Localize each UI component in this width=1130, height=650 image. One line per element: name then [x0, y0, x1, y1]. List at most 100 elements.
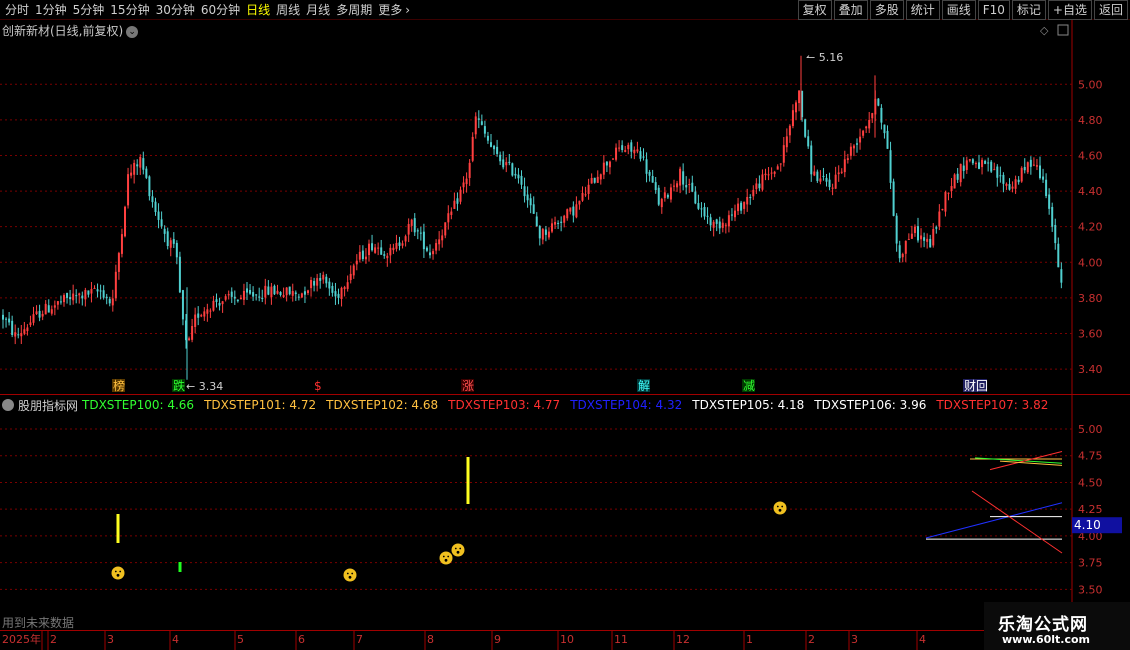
event-marker-label[interactable]: 减	[743, 379, 755, 393]
candle-body	[1060, 269, 1063, 283]
candle-body	[935, 227, 938, 229]
indicator-panel: 5.004.754.504.254.003.753.504.10	[0, 423, 1122, 596]
candle-body	[157, 211, 160, 220]
watermark-url: www.60lt.com	[1002, 633, 1091, 646]
candle-body	[270, 286, 273, 298]
face-icon-circle	[343, 568, 357, 582]
candle-body	[474, 116, 477, 135]
candle-body	[114, 271, 117, 299]
candle-body	[230, 291, 233, 297]
candle-body	[496, 146, 499, 154]
candle-body	[1054, 224, 1057, 244]
candle-body	[90, 289, 93, 294]
candle-body	[419, 232, 422, 234]
candle-body	[788, 125, 791, 136]
diamond-icon[interactable]: ◇	[1040, 24, 1049, 37]
candle-body	[691, 182, 694, 192]
candle-body	[169, 240, 172, 248]
candle-body	[127, 174, 130, 206]
candle-body	[377, 247, 380, 249]
candle-body	[398, 242, 401, 246]
face-icon-mouth	[348, 575, 352, 579]
event-marker-label[interactable]: 财回	[964, 379, 988, 393]
candle-body	[422, 231, 425, 250]
event-marker-label[interactable]: 解	[638, 379, 650, 393]
chevron-down-icon[interactable]: ⌄	[126, 26, 139, 38]
date-tick-label: 9	[494, 633, 501, 646]
candle-body	[166, 231, 169, 247]
candle-body	[44, 303, 47, 315]
face-icon	[439, 551, 453, 565]
price-annotations: ↼ 5.16 ← 3.34	[186, 51, 843, 393]
candle-body	[349, 273, 352, 281]
candle-body	[917, 226, 919, 241]
candle-body	[520, 175, 523, 185]
candle-body	[328, 281, 331, 289]
candle-body	[791, 110, 794, 127]
candle-body	[459, 189, 462, 202]
candle-body	[633, 149, 636, 154]
candle-body	[273, 285, 276, 295]
face-icon-eye	[351, 572, 354, 575]
event-marker-label[interactable]: 跌	[173, 378, 185, 393]
candle-body	[926, 238, 929, 242]
stock-title[interactable]: 创新新材(日线,前复权) ⌄	[2, 22, 139, 39]
candle-body	[581, 192, 584, 201]
candle-body	[721, 222, 724, 228]
candle-body	[1023, 166, 1026, 171]
candle-body	[462, 182, 465, 188]
face-icon-mouth	[444, 558, 448, 562]
event-marker-label[interactable]: 榜	[113, 378, 125, 393]
candle-body	[337, 293, 340, 298]
candle-body	[734, 210, 736, 218]
face-icon-eye	[114, 570, 117, 573]
face-icon-eye	[442, 555, 445, 558]
candle-body	[910, 233, 913, 239]
date-tick-label: 4	[172, 633, 179, 646]
candle-body	[669, 187, 672, 200]
candle-body	[255, 294, 258, 296]
candle-body	[907, 238, 910, 240]
face-icon-mouth	[116, 573, 120, 577]
candle-body	[465, 178, 468, 185]
candle-body	[758, 183, 761, 189]
candle-body	[840, 171, 843, 173]
indicator-tick-label: 5.00	[1078, 423, 1103, 436]
candle-body	[334, 291, 337, 297]
candle-body	[596, 176, 599, 183]
candle-body	[206, 309, 209, 314]
candle-body	[105, 296, 108, 299]
indicator-menu-icon[interactable]	[2, 399, 14, 411]
candle-body	[111, 298, 114, 306]
candle-body	[920, 235, 923, 240]
candle-body	[444, 222, 447, 236]
indicator-name[interactable]: 股朋指标网	[18, 397, 78, 414]
candle-body	[877, 98, 880, 106]
candle-body	[346, 282, 349, 289]
candle-body	[859, 136, 862, 143]
candle-body	[447, 213, 450, 223]
candle-body	[505, 162, 508, 166]
candle-body	[1008, 184, 1011, 190]
candle-body	[1017, 179, 1020, 183]
indicator-value-6: TDXSTEP106: 3.96	[814, 398, 927, 412]
candle-body	[648, 171, 651, 176]
face-icon	[451, 543, 465, 557]
candle-body	[130, 172, 133, 176]
indicator-tick-label: 4.75	[1078, 450, 1103, 463]
panel-toggle-icon[interactable]	[1057, 24, 1069, 36]
candle-body	[660, 198, 663, 208]
candle-body	[587, 184, 590, 194]
candle-body	[700, 208, 703, 210]
event-marker-label[interactable]: 涨	[462, 378, 474, 393]
face-icon-circle	[439, 551, 453, 565]
price-tick-label: 4.20	[1078, 221, 1103, 234]
stock-title-text: 创新新材(日线,前复权)	[2, 24, 124, 38]
price-tick-label: 4.80	[1078, 114, 1103, 127]
candle-body	[526, 194, 529, 201]
candle-body	[654, 182, 657, 191]
price-tick-label: 4.40	[1078, 185, 1103, 198]
candle-body	[1035, 165, 1038, 167]
event-marker-label[interactable]: $	[314, 379, 322, 393]
future-data-note: 用到未来数据	[2, 616, 75, 630]
